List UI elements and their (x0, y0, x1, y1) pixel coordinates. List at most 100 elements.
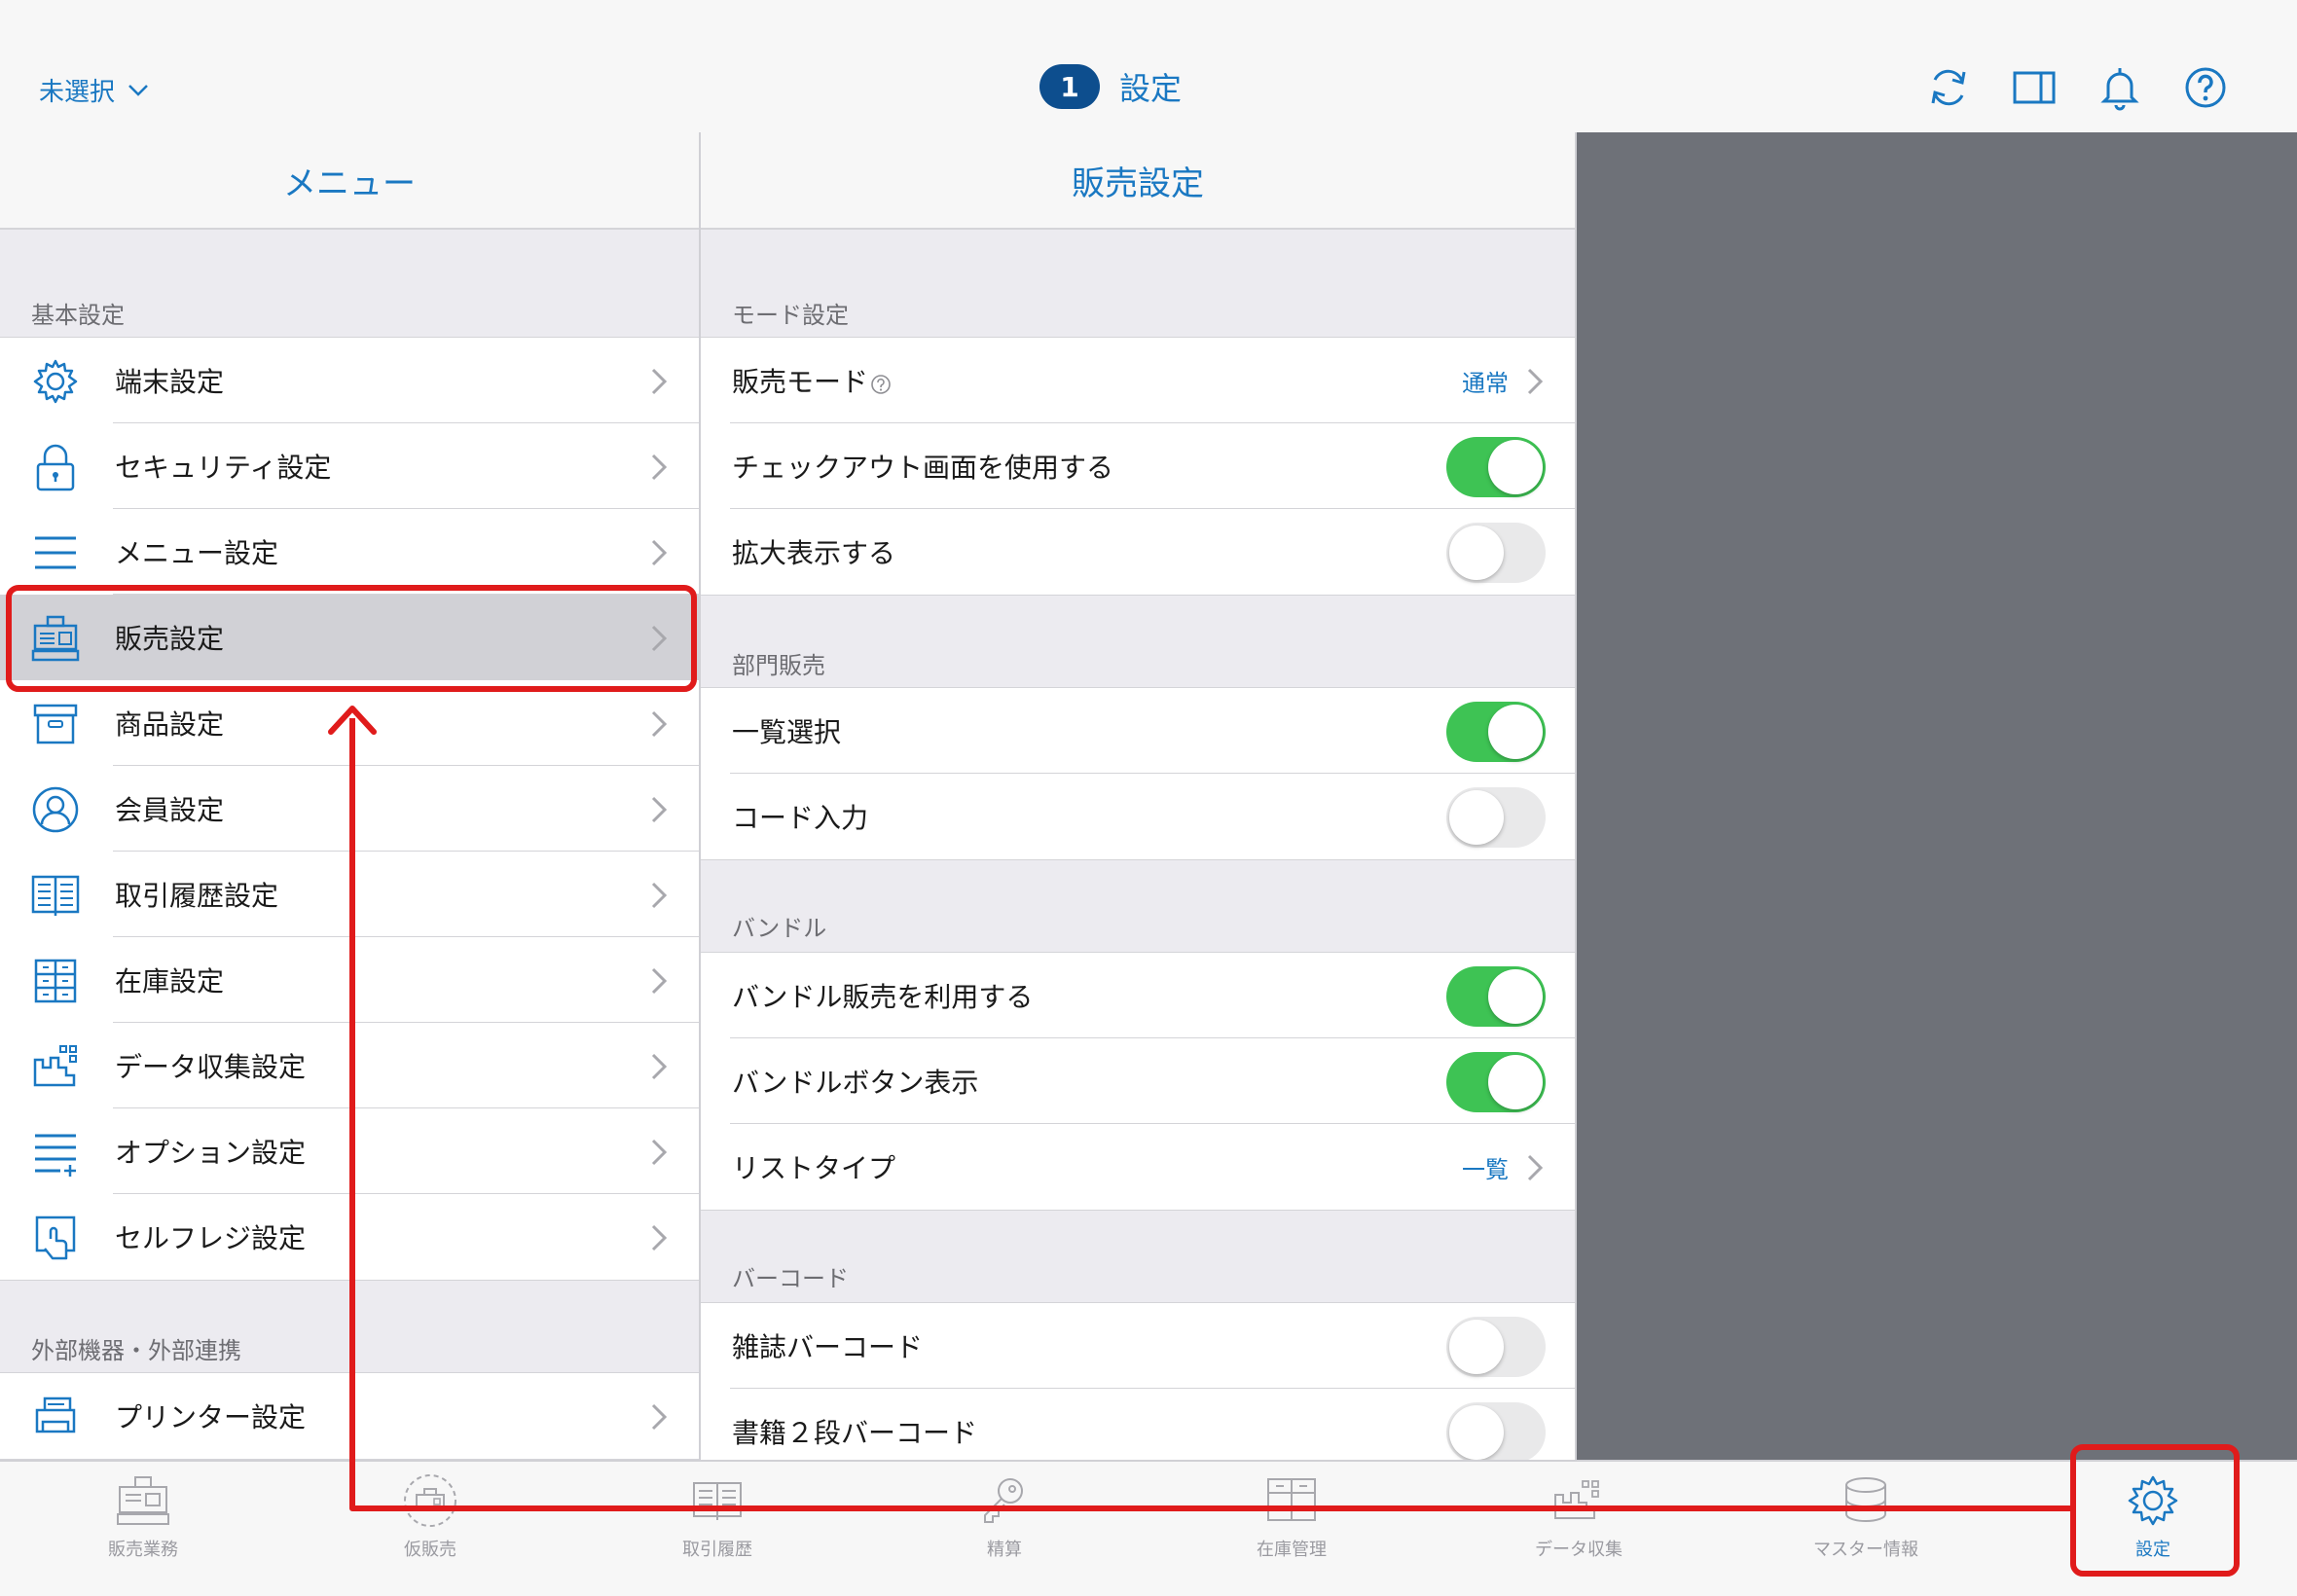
gear-icon (33, 359, 78, 404)
row-label: 販売モード (732, 361, 892, 400)
menu-item-printer[interactable]: プリンター設定 (0, 1373, 699, 1459)
empty-detail-pane (1577, 132, 2297, 1460)
zoom-display-row: 拡大表示する (701, 509, 1575, 595)
menu-group-external: プリンター設定 (0, 1372, 699, 1460)
lock-icon (36, 444, 75, 491)
printer-icon (35, 1396, 76, 1433)
product-box-icon (33, 704, 78, 744)
menu-item-transaction[interactable]: 取引履歴設定 (0, 852, 699, 937)
bottom-tab-bar: 販売業務 仮販売 取引履歴 精算 在庫管理 データ収集 マスター情報 設定 (0, 1460, 2297, 1596)
tab-label: 精算 (987, 1540, 1022, 1560)
tab-inventory[interactable]: 在庫管理 (1175, 1462, 1408, 1596)
row-label: コード入力 (732, 802, 869, 834)
row-label: 書籍２段バーコード (732, 1417, 978, 1449)
section-label-basic: 基本設定 (31, 302, 125, 329)
list-select-toggle[interactable] (1446, 702, 1546, 762)
list-select-row: 一覧選択 (701, 688, 1575, 774)
cash-register-icon (31, 615, 80, 662)
sales-mode-value: 通常 (1462, 369, 1509, 397)
menu-item-self-checkout[interactable]: セルフレジ設定 (0, 1194, 699, 1280)
section-label-department: 部門販売 (732, 652, 825, 679)
bundle-sales-toggle[interactable] (1446, 966, 1546, 1027)
book-barcode-row: 書籍２段バーコード (701, 1389, 1575, 1460)
help-icon[interactable] (2182, 64, 2229, 111)
menu-item-sales[interactable]: 販売設定 (0, 595, 699, 680)
menu-item-label: 販売設定 (115, 623, 225, 655)
option-list-icon (35, 1134, 76, 1177)
chevron-right-icon (651, 967, 668, 995)
tab-settings[interactable]: 設定 (2036, 1462, 2270, 1596)
list-type-row[interactable]: リストタイプ 一覧 (701, 1124, 1575, 1210)
menu-item-label: プリンター設定 (115, 1401, 307, 1433)
book-barcode-toggle[interactable] (1446, 1402, 1546, 1460)
sales-mode-row[interactable]: 販売モード 通常 (701, 338, 1575, 423)
tab-label: 在庫管理 (1257, 1540, 1327, 1560)
tab-label: マスター情報 (1813, 1540, 1918, 1560)
menu-item-label: データ収集設定 (115, 1051, 307, 1083)
chevron-right-icon (1527, 368, 1544, 395)
tab-label: 仮販売 (404, 1540, 456, 1560)
inventory-cabinet-icon (1267, 1478, 1316, 1521)
menu-header: メニュー (0, 132, 699, 230)
tab-label: 取引履歴 (682, 1540, 752, 1560)
magazine-barcode-toggle[interactable] (1446, 1317, 1546, 1377)
transaction-book-icon (693, 1482, 742, 1520)
notification-bell-icon[interactable] (2096, 64, 2143, 111)
chevron-right-icon (651, 882, 668, 909)
sync-icon[interactable] (1925, 64, 1972, 111)
chevron-right-icon (651, 539, 668, 566)
code-input-toggle[interactable] (1446, 787, 1546, 848)
row-label: チェックアウト画面を使用する (732, 452, 1114, 484)
menu-item-menu[interactable]: メニュー設定 (0, 509, 699, 595)
detail-group-department: 一覧選択 コード入力 (701, 687, 1575, 860)
zoom-display-toggle[interactable] (1446, 523, 1546, 583)
detail-group-mode: 販売モード 通常 チェックアウト画面を使用する 拡大表示する (701, 337, 1575, 596)
menu-item-data-collection[interactable]: データ収集設定 (0, 1023, 699, 1108)
menu-item-label: セキュリティ設定 (115, 452, 332, 484)
row-label: 雑誌バーコード (732, 1331, 924, 1363)
tab-master-info[interactable]: マスター情報 (1749, 1462, 1983, 1596)
tab-label: データ収集 (1535, 1540, 1622, 1560)
chevron-right-icon (651, 625, 668, 652)
bundle-button-toggle[interactable] (1446, 1052, 1546, 1112)
tab-settlement[interactable]: 精算 (888, 1462, 1121, 1596)
detail-column: 販売設定 モード設定 販売モード 通常 チェックアウト画面を使用する 拡大表示す… (701, 132, 1577, 1460)
menu-item-option[interactable]: オプション設定 (0, 1108, 699, 1194)
tab-sales[interactable]: 販売業務 (26, 1462, 260, 1596)
row-label: 拡大表示する (732, 537, 896, 569)
tab-transaction-history[interactable]: 取引履歴 (601, 1462, 834, 1596)
bundle-sales-row: バンドル販売を利用する (701, 953, 1575, 1038)
menu-item-label: セルフレジ設定 (115, 1222, 307, 1254)
menu-item-label: 会員設定 (115, 794, 225, 826)
tab-data-collection[interactable]: データ収集 (1462, 1462, 1695, 1596)
menu-item-security[interactable]: セキュリティ設定 (0, 423, 699, 509)
split-view-icon[interactable] (2011, 64, 2058, 111)
menu-item-device[interactable]: 端末設定 (0, 338, 699, 423)
database-icon (1845, 1477, 1886, 1522)
row-label: 一覧選択 (732, 716, 842, 748)
app-window: { "topbar": { "store_selector": "未選択", "… (0, 0, 2297, 1596)
menu-group-basic: 端末設定 セキュリティ設定 メニュー設定 販売設定 商品設定 会員設定 取引履歴… (0, 337, 699, 1281)
provisional-sale-icon (404, 1474, 456, 1527)
inventory-cabinet-icon (34, 959, 77, 1003)
checkout-screen-toggle[interactable] (1446, 437, 1546, 497)
page-title-group: 1 設定 (1039, 64, 1182, 109)
tab-provisional-sale[interactable]: 仮販売 (313, 1462, 547, 1596)
self-checkout-icon (35, 1215, 76, 1260)
detail-group-barcode: 雑誌バーコード 書籍２段バーコード (701, 1302, 1575, 1460)
menu-item-member[interactable]: 会員設定 (0, 766, 699, 852)
store-selector[interactable]: 未選択 (39, 72, 150, 108)
hamburger-menu-icon (35, 536, 76, 569)
chevron-right-icon (651, 368, 668, 395)
menu-item-inventory[interactable]: 在庫設定 (0, 937, 699, 1023)
menu-item-label: 端末設定 (115, 366, 225, 398)
tab-label: 設定 (2135, 1540, 2170, 1560)
help-small-icon[interactable] (870, 374, 892, 395)
data-collection-icon (1554, 1480, 1599, 1519)
chevron-right-icon (651, 1053, 668, 1080)
menu-item-product[interactable]: 商品設定 (0, 680, 699, 766)
menu-item-label: 在庫設定 (115, 965, 225, 998)
chevron-right-icon (1527, 1154, 1544, 1181)
store-selector-label: 未選択 (39, 78, 116, 107)
section-label-bundle: バンドル (732, 915, 827, 942)
